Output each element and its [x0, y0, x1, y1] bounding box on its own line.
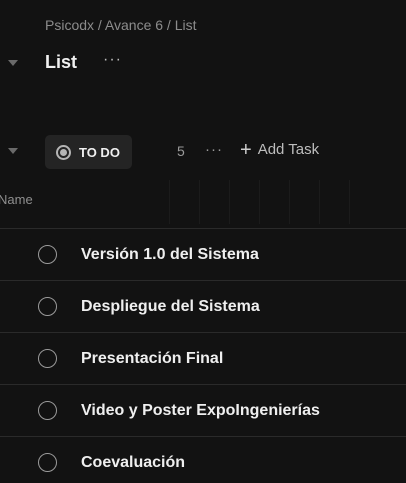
- list-title: List: [45, 52, 78, 72]
- task-name[interactable]: Video y Poster ExpoIngenierías: [81, 402, 320, 420]
- collapse-list-caret-icon[interactable]: [8, 60, 18, 66]
- column-header-cell: [230, 180, 260, 224]
- group-more-options-icon[interactable]: ···: [205, 141, 223, 158]
- column-header-cell: [200, 180, 230, 224]
- list-more-options-icon[interactable]: ···: [103, 51, 122, 69]
- task-row[interactable]: Presentación Final: [0, 332, 406, 384]
- task-name[interactable]: Coevaluación: [81, 454, 185, 472]
- list-view: Psicodx / Avance 6 / List List ··· TO DO…: [0, 0, 406, 483]
- column-header-cell: [320, 180, 350, 224]
- status-group-todo[interactable]: TO DO: [45, 135, 132, 169]
- task-name[interactable]: Versión 1.0 del Sistema: [81, 246, 259, 264]
- status-todo-icon: [56, 144, 71, 160]
- task-checkbox-icon[interactable]: [38, 400, 57, 420]
- add-task-label: Add Task: [257, 141, 320, 158]
- task-checkbox-icon[interactable]: [38, 452, 57, 472]
- task-row[interactable]: Despliegue del Sistema: [0, 280, 406, 332]
- task-checkbox-icon[interactable]: [38, 244, 57, 264]
- task-name[interactable]: Presentación Final: [81, 350, 223, 368]
- task-row[interactable]: Coevaluación: [0, 436, 406, 483]
- task-row[interactable]: Video y Poster ExpoIngenierías: [0, 384, 406, 436]
- add-task-button[interactable]: + Add Task: [240, 138, 320, 161]
- task-count: 5: [177, 143, 185, 159]
- breadcrumb[interactable]: Psicodx / Avance 6 / List: [45, 17, 197, 33]
- collapse-group-caret-icon[interactable]: [8, 148, 18, 154]
- column-header-row: [0, 180, 406, 224]
- column-header-cell: [350, 180, 406, 224]
- task-checkbox-icon[interactable]: [38, 348, 57, 368]
- column-header-cell: [170, 180, 200, 224]
- column-header-cell: [290, 180, 320, 224]
- task-list: Versión 1.0 del Sistema Despliegue del S…: [0, 228, 406, 483]
- task-name[interactable]: Despliegue del Sistema: [81, 298, 260, 316]
- task-row[interactable]: Versión 1.0 del Sistema: [0, 228, 406, 280]
- task-checkbox-icon[interactable]: [38, 296, 57, 316]
- status-label: TO DO: [79, 144, 120, 160]
- plus-icon: +: [240, 138, 252, 161]
- column-header-name[interactable]: Name: [0, 192, 33, 207]
- column-header-cell: [260, 180, 290, 224]
